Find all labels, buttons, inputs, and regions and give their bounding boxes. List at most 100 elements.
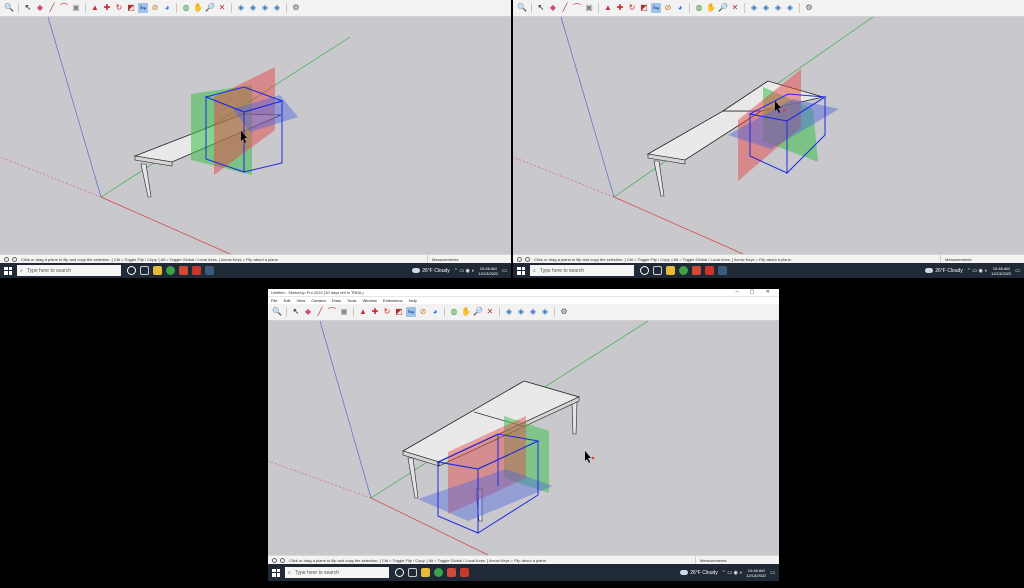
taskbar-search-input[interactable]: ⌕ Type here to search <box>17 265 121 276</box>
file-explorer-icon[interactable] <box>153 266 162 275</box>
extensions-icon[interactable]: ⚙ <box>291 3 301 13</box>
model-viewport[interactable] <box>0 17 511 254</box>
info-icon[interactable] <box>525 257 530 263</box>
task-view-icon[interactable] <box>653 266 662 275</box>
active-app-icon[interactable] <box>718 266 727 275</box>
weather-widget[interactable]: 26°F Cloudy <box>412 268 450 274</box>
eraser-icon[interactable]: ◆ <box>548 3 558 13</box>
cortana-icon[interactable] <box>127 266 136 275</box>
pushpull-icon[interactable]: ▲ <box>90 3 100 13</box>
warehouse-icon[interactable]: ◈ <box>504 307 514 317</box>
menu-window[interactable]: Window <box>363 298 377 303</box>
notification-icon[interactable]: ▭ <box>502 268 507 274</box>
zoom-extents-icon[interactable]: ✕ <box>485 307 495 317</box>
menu-edit[interactable]: Edit <box>284 298 291 303</box>
scale-icon[interactable]: ◩ <box>126 3 136 13</box>
layout-icon[interactable]: ◈ <box>528 307 538 317</box>
shape-icon[interactable]: ▣ <box>71 3 81 13</box>
select-arrow-icon[interactable]: ↖ <box>23 3 33 13</box>
menu-help[interactable]: Help <box>409 298 417 303</box>
tray-icons[interactable]: ⌃ ▭ ◉ ◖ <box>722 570 742 576</box>
magnifier-icon[interactable]: 🔍 <box>272 307 282 317</box>
zoom-icon[interactable]: 🔎 <box>718 3 728 13</box>
select-arrow-icon[interactable]: ↖ <box>291 307 301 317</box>
warehouse-icon[interactable]: ◈ <box>749 3 759 13</box>
extensions-icon[interactable]: ⚙ <box>804 3 814 13</box>
menu-view[interactable]: View <box>297 298 306 303</box>
rotate-icon[interactable]: ↻ <box>382 307 392 317</box>
menu-tools[interactable]: Tools <box>347 298 356 303</box>
sketchup-icon[interactable]: ◈ <box>785 3 795 13</box>
magnifier-icon[interactable]: 🔍 <box>4 3 14 13</box>
file-explorer-icon[interactable] <box>666 266 675 275</box>
shape-icon[interactable]: ▣ <box>339 307 349 317</box>
tray-icons[interactable]: ⌃ ▭ ◉ ◖ <box>967 268 987 274</box>
pushpull-icon[interactable]: ▲ <box>603 3 613 13</box>
paint-icon[interactable]: ◕ <box>675 3 685 13</box>
pencil-icon[interactable]: ╱ <box>315 307 325 317</box>
active-app-icon[interactable] <box>205 266 214 275</box>
eraser-icon[interactable]: ◆ <box>303 307 313 317</box>
info-icon[interactable] <box>280 558 285 564</box>
file-explorer-icon[interactable] <box>421 568 430 577</box>
move-icon[interactable]: ✚ <box>370 307 380 317</box>
app-icon[interactable] <box>179 266 188 275</box>
zoom-icon[interactable]: 🔎 <box>473 307 483 317</box>
pencil-icon[interactable]: ╱ <box>47 3 57 13</box>
menu-file[interactable]: File <box>271 298 277 303</box>
layout-icon[interactable]: ◈ <box>260 3 270 13</box>
layout-icon[interactable]: ◈ <box>773 3 783 13</box>
scale-icon[interactable]: ◩ <box>394 307 404 317</box>
magnifier-icon[interactable]: 🔍 <box>517 3 527 13</box>
warehouse-icon[interactable]: ◈ <box>236 3 246 13</box>
move-icon[interactable]: ✚ <box>615 3 625 13</box>
arc-icon[interactable]: ⌒ <box>59 3 69 13</box>
move-icon[interactable]: ✚ <box>102 3 112 13</box>
sketchup-taskbar-icon[interactable] <box>460 568 469 577</box>
tape-icon[interactable]: ⊘ <box>418 307 428 317</box>
help-icon[interactable] <box>517 257 522 263</box>
pushpull-icon[interactable]: ▲ <box>358 307 368 317</box>
weather-widget[interactable]: 26°F Cloudy <box>925 268 963 274</box>
notification-icon[interactable]: ▭ <box>1015 268 1020 274</box>
paint-icon[interactable]: ◕ <box>430 307 440 317</box>
window-controls[interactable]: – ▢ ✕ <box>736 290 775 295</box>
extension-warehouse-icon[interactable]: ◈ <box>248 3 258 13</box>
windows-start-icon[interactable] <box>4 266 12 275</box>
zoom-icon[interactable]: 🔎 <box>205 3 215 13</box>
zoom-extents-icon[interactable]: ✕ <box>217 3 227 13</box>
sketchup-taskbar-icon[interactable] <box>705 266 714 275</box>
extensions-icon[interactable]: ⚙ <box>559 307 569 317</box>
cortana-icon[interactable] <box>395 568 404 577</box>
scale-icon[interactable]: ◩ <box>639 3 649 13</box>
tape-icon[interactable]: ⊘ <box>150 3 160 13</box>
flip-icon[interactable]: ⇋ <box>138 3 148 13</box>
model-viewport[interactable] <box>513 17 1024 254</box>
shape-icon[interactable]: ▣ <box>584 3 594 13</box>
windows-start-icon[interactable] <box>272 568 280 577</box>
taskbar-clock[interactable]: 10:46 AM 12/13/2022 <box>478 266 498 276</box>
menu-draw[interactable]: Draw <box>332 298 341 303</box>
extension-warehouse-icon[interactable]: ◈ <box>761 3 771 13</box>
menu-camera[interactable]: Camera <box>311 298 325 303</box>
pan-icon[interactable]: ✋ <box>461 307 471 317</box>
notification-icon[interactable]: ▭ <box>770 570 775 576</box>
rotate-icon[interactable]: ↻ <box>627 3 637 13</box>
taskbar-clock[interactable]: 10:46 AM 12/13/2022 <box>991 266 1011 276</box>
flip-icon[interactable]: ⇋ <box>406 307 416 317</box>
sketchup-taskbar-icon[interactable] <box>192 266 201 275</box>
pencil-icon[interactable]: ╱ <box>560 3 570 13</box>
menu-extensions[interactable]: Extensions <box>383 298 403 303</box>
chrome-icon[interactable] <box>679 266 688 275</box>
arc-icon[interactable]: ⌒ <box>572 3 582 13</box>
arc-icon[interactable]: ⌒ <box>327 307 337 317</box>
taskbar-search-input[interactable]: ⌕ Type here to search <box>285 567 389 578</box>
help-icon[interactable] <box>272 558 277 564</box>
app-icon[interactable] <box>447 568 456 577</box>
taskbar-clock[interactable]: 10:46 AM 12/13/2022 <box>746 568 766 578</box>
cortana-icon[interactable] <box>640 266 649 275</box>
orbit-icon[interactable]: ◍ <box>181 3 191 13</box>
windows-start-icon[interactable] <box>517 266 525 275</box>
pan-icon[interactable]: ✋ <box>193 3 203 13</box>
extension-warehouse-icon[interactable]: ◈ <box>516 307 526 317</box>
